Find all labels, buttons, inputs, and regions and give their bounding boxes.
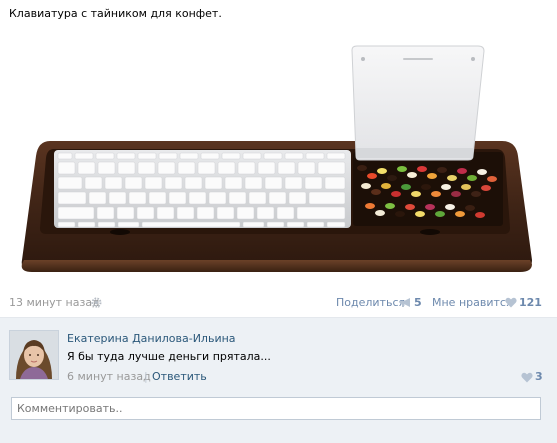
comment-item: Екатерина Данилова-Ильина Я бы туда лучш…	[9, 330, 544, 386]
post-time[interactable]: 13 минут назад	[9, 296, 100, 309]
wall-post: Клавиатура с тайником для конфет. 13 мин…	[0, 0, 557, 443]
share-count: 5	[414, 296, 422, 309]
heart-icon[interactable]	[505, 297, 517, 308]
comment-author[interactable]: Екатерина Данилова-Ильина	[67, 332, 236, 345]
post-text: Клавиатура с тайником для конфет.	[9, 7, 222, 20]
keyboard-tray-image	[21, 45, 532, 272]
comment-text: Я бы туда лучше деньги прятала...	[67, 350, 271, 363]
reply-button[interactable]: Ответить	[152, 370, 207, 383]
heart-icon[interactable]	[521, 372, 533, 383]
comment-like-count: 3	[535, 370, 543, 383]
avatar[interactable]	[9, 330, 59, 380]
megaphone-icon[interactable]	[399, 297, 413, 308]
comment-separator: |	[144, 370, 148, 383]
post-meta: 13 минут назад Поделиться 5 Мне нравится…	[9, 296, 542, 310]
like-button[interactable]: Мне нравится	[432, 296, 513, 309]
gear-icon[interactable]	[91, 297, 102, 308]
share-button[interactable]: Поделиться	[336, 296, 405, 309]
post-photo[interactable]	[10, 28, 542, 286]
comment-time[interactable]: 6 минут назад	[67, 370, 151, 383]
comment-input[interactable]	[11, 397, 541, 420]
like-count: 121	[519, 296, 542, 309]
